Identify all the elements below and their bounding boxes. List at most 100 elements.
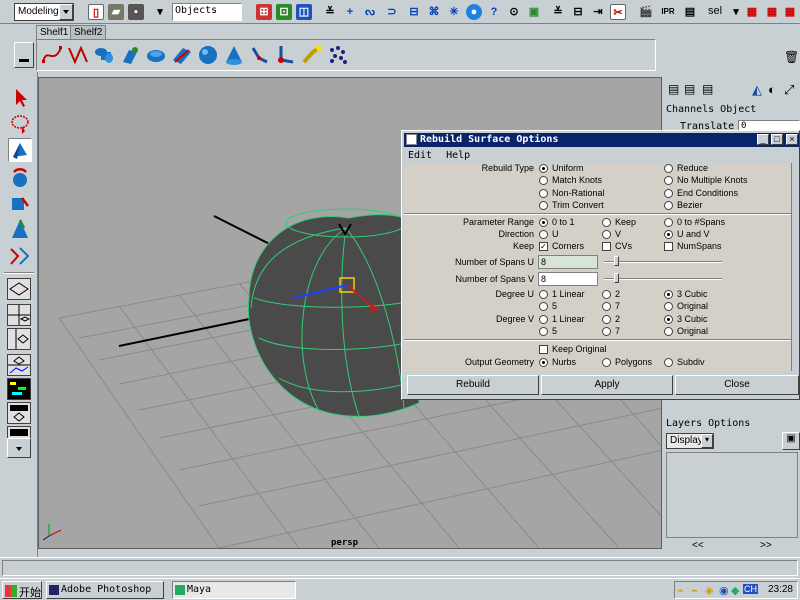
close-icon[interactable]: × [786, 134, 798, 145]
list-icon[interactable]: ▤ [702, 82, 713, 96]
radio-0-to-spans[interactable] [664, 218, 673, 227]
dialog-titlebar[interactable]: Rebuild Surface Options _ □ × [404, 133, 799, 147]
persp-outliner-layout-icon[interactable] [7, 328, 31, 350]
persp-graph-layout-icon[interactable] [7, 354, 31, 376]
radio-keep[interactable] [602, 218, 611, 227]
attribute-editor-toggle-icon[interactable]: ▦ [764, 4, 780, 20]
radio-end-conditions[interactable] [664, 189, 673, 198]
radio-degree-u-2[interactable] [602, 290, 611, 299]
construction-history-icon[interactable]: ✂ [610, 4, 626, 20]
render-mask-icon[interactable]: ● [466, 4, 482, 20]
sphere-icon[interactable] [197, 44, 219, 66]
radio-degree-u-original[interactable] [664, 302, 673, 311]
tray-icon[interactable]: ◈ [705, 584, 713, 597]
radio-bezier[interactable] [664, 201, 673, 210]
mask-menu-icon[interactable]: ≚ [322, 4, 338, 20]
persp-trax-layout-icon[interactable] [7, 378, 31, 400]
sel-chevron-icon[interactable]: ▾ [728, 4, 744, 20]
apply-button[interactable]: Apply [541, 375, 673, 395]
spans-v-field[interactable]: 8 [538, 272, 598, 286]
maximize-icon[interactable]: □ [771, 134, 783, 145]
snap-grid-icon[interactable]: ⊟ [570, 4, 586, 20]
shelf-menu-button[interactable] [14, 42, 34, 68]
single-perspective-layout-icon[interactable] [7, 278, 31, 300]
tray-icon[interactable]: ◉ [719, 584, 729, 597]
snap-curve-icon[interactable]: ⇥ [590, 4, 606, 20]
render-view-icon[interactable]: 🎬 [638, 4, 654, 20]
channel-box-toggle-icon[interactable]: ▦ [782, 4, 798, 20]
radio-reduce[interactable] [664, 164, 673, 173]
ik-handle-icon[interactable] [249, 44, 271, 66]
menu-chevron-icon[interactable]: ▾ [152, 4, 168, 20]
cone-icon[interactable] [223, 44, 245, 66]
radio-subdiv[interactable] [664, 358, 673, 367]
radio-degree-u-7[interactable] [602, 302, 611, 311]
layer-display-select[interactable]: Display ▾ [666, 433, 714, 449]
radio-degree-u-linear[interactable] [539, 290, 548, 299]
rotate-tool-icon[interactable] [8, 166, 32, 190]
shelf-tab-2[interactable]: Shelf2 [70, 25, 107, 39]
new-scene-icon[interactable]: ▯ [88, 4, 104, 20]
radio-degree-v-cubic[interactable] [664, 315, 673, 324]
radio-v[interactable] [602, 230, 611, 239]
layers-list[interactable] [666, 452, 798, 538]
radio-degree-u-cubic[interactable] [664, 290, 673, 299]
handle-mask-icon[interactable]: + [342, 4, 358, 20]
select-tool-icon[interactable] [8, 86, 32, 110]
radio-degree-u-5[interactable] [539, 302, 548, 311]
snap-menu-icon[interactable]: ≚ [550, 4, 566, 20]
curve-mask-icon[interactable]: ⊃ [384, 4, 400, 20]
light-icon[interactable] [301, 44, 323, 66]
open-scene-icon[interactable]: ▰ [108, 4, 124, 20]
curve-tool-icon[interactable] [41, 44, 63, 66]
sel-label[interactable]: sel [708, 5, 722, 17]
task-maya[interactable]: Maya [172, 581, 296, 599]
lasso-tool-icon[interactable] [8, 112, 32, 136]
radio-u[interactable] [539, 230, 548, 239]
graph-icon[interactable]: ⤢ [784, 82, 794, 98]
radio-degree-v-linear[interactable] [539, 315, 548, 324]
radio-match-knots[interactable] [539, 176, 548, 185]
mode-select[interactable]: Modeling [14, 3, 74, 21]
apple-surface[interactable] [247, 208, 420, 417]
layer-nav-right[interactable]: >> [760, 540, 772, 551]
four-view-layout-icon[interactable] [7, 304, 31, 326]
close-button[interactable]: Close [675, 375, 799, 395]
spans-u-slider[interactable] [604, 261, 722, 263]
radio-no-multiple-knots[interactable] [664, 176, 673, 185]
sidebar-toggle-icon[interactable]: ▦ [744, 4, 760, 20]
new-layer-icon[interactable]: ▣ [782, 432, 800, 450]
spans-v-slider-thumb[interactable] [614, 273, 619, 283]
joint-mask-icon[interactable]: ᔓ [362, 4, 378, 20]
tray-icon[interactable]: ⌁ [691, 584, 698, 597]
save-scene-icon[interactable]: ▪ [128, 4, 144, 20]
radio-degree-v-5[interactable] [539, 327, 548, 336]
start-button[interactable]: 开始 [2, 581, 42, 599]
scale-tool-icon[interactable] [8, 192, 32, 216]
radio-uniform[interactable] [539, 164, 548, 173]
selection-mode-field[interactable]: Objects [172, 3, 242, 21]
menu-edit[interactable]: Edit [408, 150, 432, 161]
list-icon[interactable]: ▤ [668, 82, 679, 96]
list-icon[interactable]: ▤ [684, 82, 695, 96]
move-tool-icon[interactable] [8, 138, 32, 162]
layout-more-button[interactable] [7, 438, 31, 458]
spans-v-slider[interactable] [604, 278, 722, 280]
nurbs-cylinder-icon[interactable] [93, 44, 115, 66]
dynamics-mask-icon[interactable]: ✳ [446, 4, 462, 20]
planar-icon[interactable] [171, 44, 193, 66]
spans-u-field[interactable]: 8 [538, 255, 598, 269]
ipr-render-icon[interactable]: IPR [660, 4, 676, 20]
joint-icon[interactable] [275, 44, 297, 66]
checkbox-keep-original[interactable] [539, 345, 548, 354]
tray-icon[interactable]: ⌁ [677, 584, 684, 597]
lock-selection-icon[interactable]: ⊙ [506, 4, 522, 20]
layer-nav-left[interactable]: << [692, 540, 704, 551]
outliner-icon[interactable]: ◭ [752, 82, 762, 98]
checkbox-cvs[interactable] [602, 242, 611, 251]
render-globals-icon[interactable]: ▤ [682, 4, 698, 20]
dialog-scrollbar[interactable] [791, 163, 799, 371]
radio-u-and-v[interactable] [664, 230, 673, 239]
misc-mask-icon[interactable]: ? [486, 4, 502, 20]
trash-icon[interactable]: 🗑 [784, 50, 799, 64]
